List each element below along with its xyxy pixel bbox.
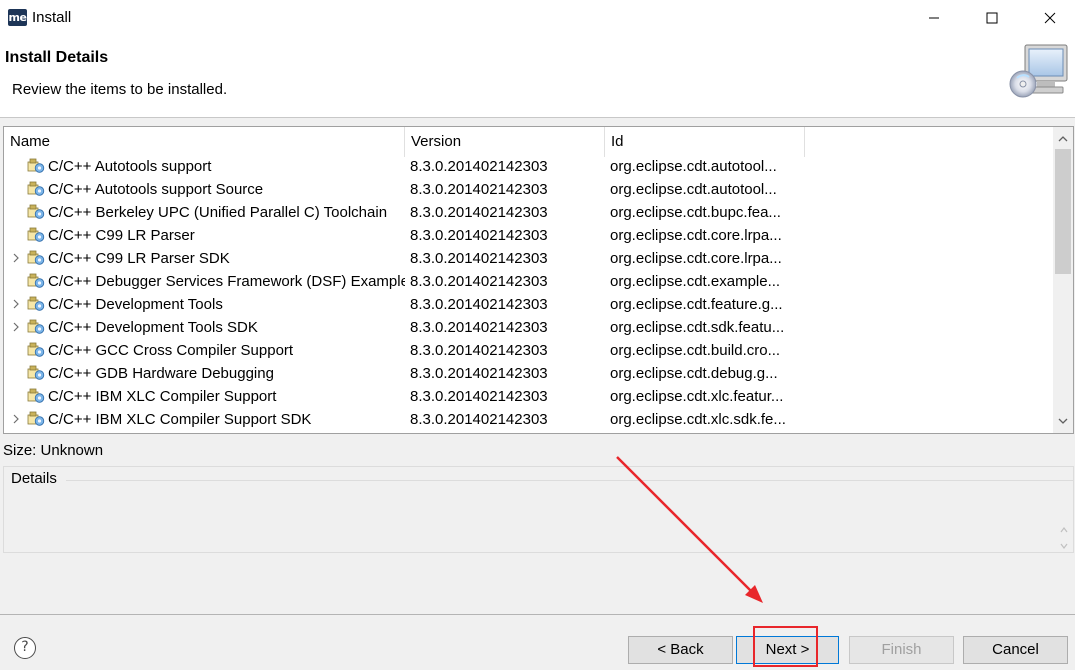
item-version: 8.3.0.201402142303 — [410, 158, 548, 175]
feature-plugin-icon — [27, 181, 45, 196]
item-name: C/C++ Debugger Services Framework (DSF) … — [48, 273, 405, 290]
item-id: org.eclipse.cdt.autotool... — [610, 158, 777, 175]
help-icon[interactable]: ? — [14, 637, 36, 659]
tree-row[interactable]: C/C++ C99 LR Parser SDK 8.3.0.2014021423… — [4, 247, 1054, 270]
item-version: 8.3.0.201402142303 — [410, 204, 548, 221]
details-divider — [66, 480, 1073, 481]
scroll-down-icon[interactable] — [1058, 417, 1068, 425]
wizard-header: Install Details Review the items to be i… — [0, 36, 1075, 118]
maximize-icon — [986, 12, 998, 24]
item-name: C/C++ IBM XLC Compiler Support SDK — [48, 411, 312, 428]
item-id: org.eclipse.cdt.feature.g... — [610, 296, 783, 313]
item-version: 8.3.0.201402142303 — [410, 411, 548, 428]
item-id: org.eclipse.cdt.core.lrpa... — [610, 227, 782, 244]
tree-row[interactable]: C/C++ Autotools support 8.3.0.2014021423… — [4, 155, 1054, 178]
finish-button: Finish — [849, 636, 954, 664]
item-name: C/C++ Development Tools — [48, 296, 223, 313]
tree-row[interactable]: C/C++ GDB Hardware Debugging 8.3.0.20140… — [4, 362, 1054, 385]
item-id: org.eclipse.cdt.core.lrpa... — [610, 250, 782, 267]
tree-row[interactable]: C/C++ Debugger Services Framework (DSF) … — [4, 270, 1054, 293]
title-bar: me Install — [0, 0, 1075, 36]
column-header-id[interactable]: Id — [605, 127, 805, 157]
size-label: Size: Unknown — [3, 442, 104, 459]
item-name: C/C++ Development Tools SDK — [48, 319, 258, 336]
item-name: C/C++ GCC Cross Compiler Support — [48, 342, 294, 359]
tree-row[interactable]: C/C++ Development Tools 8.3.0.2014021423… — [4, 293, 1054, 316]
chevron-right-icon[interactable] — [11, 322, 21, 332]
tree-rows: C/C++ Autotools support 8.3.0.2014021423… — [4, 155, 1054, 431]
tree-row[interactable]: C/C++ IBM XLC Compiler Support SDK 8.3.0… — [4, 408, 1054, 431]
item-version: 8.3.0.201402142303 — [410, 296, 548, 313]
item-id: org.eclipse.cdt.debug.g... — [610, 365, 778, 382]
feature-plugin-icon — [27, 319, 45, 334]
column-header-version[interactable]: Version — [405, 127, 605, 157]
item-version: 8.3.0.201402142303 — [410, 227, 548, 244]
item-version: 8.3.0.201402142303 — [410, 342, 548, 359]
item-id: org.eclipse.cdt.autotool... — [610, 181, 777, 198]
tree-row[interactable]: C/C++ Development Tools SDK 8.3.0.201402… — [4, 316, 1054, 339]
cancel-button[interactable]: Cancel — [963, 636, 1068, 664]
item-version: 8.3.0.201402142303 — [410, 365, 548, 382]
details-scroll-arrows-icon[interactable] — [1059, 525, 1069, 551]
tree-row[interactable]: C/C++ Autotools support Source 8.3.0.201… — [4, 178, 1054, 201]
page-description: Review the items to be installed. — [12, 81, 228, 98]
item-id: org.eclipse.cdt.xlc.sdk.fe... — [610, 411, 786, 428]
tree-row[interactable]: C/C++ C99 LR Parser 8.3.0.201402142303 o… — [4, 224, 1054, 247]
feature-plugin-icon — [27, 158, 45, 173]
item-version: 8.3.0.201402142303 — [410, 250, 548, 267]
details-text-area[interactable] — [4, 490, 1073, 552]
feature-plugin-icon — [27, 273, 45, 288]
minimize-icon — [929, 17, 939, 19]
item-name: C/C++ Autotools support Source — [48, 181, 264, 198]
tree-header: Name Version Id — [4, 127, 1054, 157]
page-title: Install Details — [5, 49, 109, 66]
tree-row[interactable]: C/C++ IBM XLC Compiler Support 8.3.0.201… — [4, 385, 1054, 408]
item-id: org.eclipse.cdt.build.cro... — [610, 342, 781, 359]
tree-row[interactable]: C/C++ GCC Cross Compiler Support 8.3.0.2… — [4, 339, 1054, 362]
item-name: C/C++ GDB Hardware Debugging — [48, 365, 274, 382]
item-version: 8.3.0.201402142303 — [410, 319, 548, 336]
details-label: Details — [5, 470, 63, 487]
window-title: Install — [32, 9, 72, 26]
tree-row[interactable]: C/C++ Berkeley UPC (Unified Parallel C) … — [4, 201, 1054, 224]
next-button[interactable]: Next > — [736, 636, 839, 664]
scroll-up-icon[interactable] — [1058, 135, 1068, 143]
feature-plugin-icon — [27, 365, 45, 380]
maximize-button[interactable] — [963, 0, 1021, 36]
item-version: 8.3.0.201402142303 — [410, 181, 548, 198]
item-id: org.eclipse.cdt.bupc.fea... — [610, 204, 781, 221]
item-name: C/C++ Autotools support — [48, 158, 212, 175]
install-monitor-cd-icon — [1009, 44, 1068, 98]
item-id: org.eclipse.cdt.xlc.featur... — [610, 388, 784, 405]
item-name: C/C++ Berkeley UPC (Unified Parallel C) … — [48, 204, 388, 221]
item-id: org.eclipse.cdt.example... — [610, 273, 781, 290]
column-header-name[interactable]: Name — [4, 127, 405, 157]
tree-vertical-scrollbar[interactable] — [1053, 127, 1073, 433]
scrollbar-thumb[interactable] — [1055, 149, 1071, 274]
close-button[interactable] — [1021, 0, 1075, 36]
install-items-tree[interactable]: Name Version Id C/C++ Autotools support … — [3, 126, 1074, 434]
feature-plugin-icon — [27, 296, 45, 311]
footer-separator — [0, 614, 1075, 615]
close-icon — [1044, 12, 1056, 24]
chevron-right-icon[interactable] — [11, 253, 21, 263]
feature-plugin-icon — [27, 342, 45, 357]
item-version: 8.3.0.201402142303 — [410, 273, 548, 290]
feature-plugin-icon — [27, 388, 45, 403]
feature-plugin-icon — [27, 411, 45, 426]
item-name: C/C++ C99 LR Parser SDK — [48, 250, 230, 267]
item-name: C/C++ C99 LR Parser — [48, 227, 195, 244]
feature-plugin-icon — [27, 204, 45, 219]
feature-plugin-icon — [27, 227, 45, 242]
item-name: C/C++ IBM XLC Compiler Support — [48, 388, 277, 405]
feature-plugin-icon — [27, 250, 45, 265]
app-icon: me — [8, 9, 27, 26]
chevron-right-icon[interactable] — [11, 299, 21, 309]
chevron-right-icon[interactable] — [11, 414, 21, 424]
details-group: Details — [3, 466, 1074, 553]
minimize-button[interactable] — [905, 0, 963, 36]
item-id: org.eclipse.cdt.sdk.featu... — [610, 319, 785, 336]
item-version: 8.3.0.201402142303 — [410, 388, 548, 405]
back-button[interactable]: < Back — [628, 636, 733, 664]
